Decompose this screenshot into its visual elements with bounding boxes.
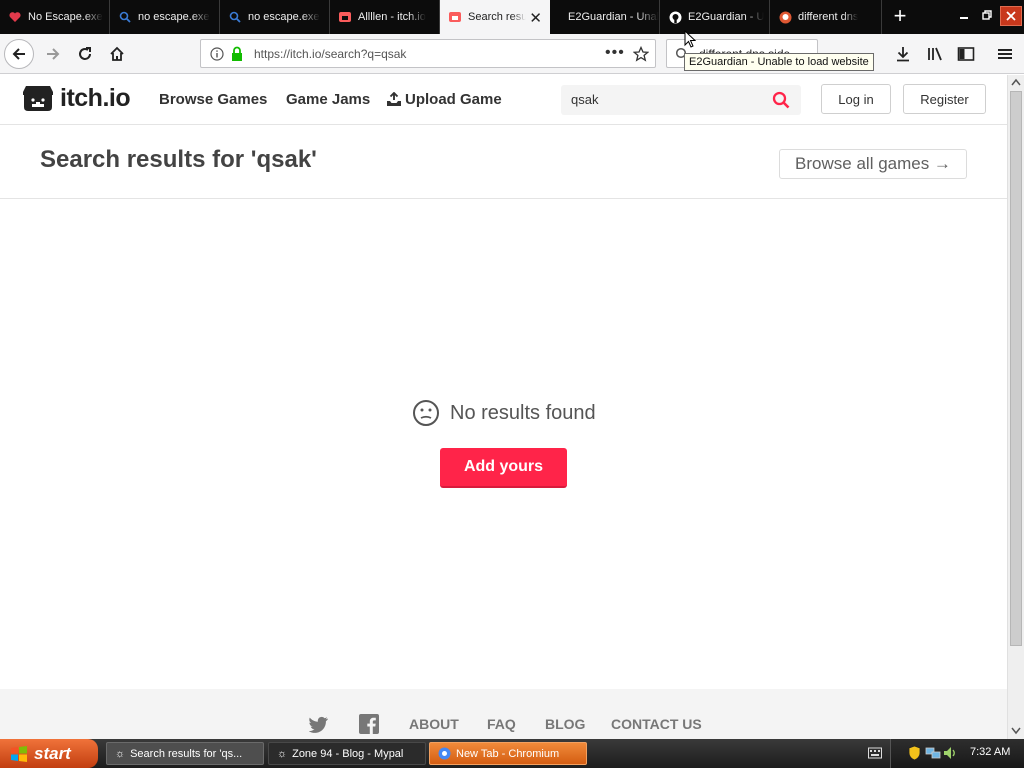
minimize-button[interactable] (954, 6, 974, 26)
taskbar-item-zone94[interactable]: ☼ Zone 94 - Blog - Mypal (268, 742, 426, 765)
logo-text: itch.io (60, 83, 131, 112)
site-logo[interactable]: itch.io (22, 83, 131, 113)
tab-search-results[interactable]: Search results ✕ (440, 0, 550, 34)
blank-icon (558, 10, 562, 24)
close-window-button[interactable] (1000, 6, 1022, 26)
twitter-icon[interactable] (309, 716, 329, 733)
clock: 7:32 AM (970, 746, 1011, 758)
taskbar-item-search-results[interactable]: ☼ Search results for 'qs... (106, 742, 264, 765)
info-icon[interactable] (210, 47, 224, 61)
vertical-scrollbar[interactable] (1007, 75, 1024, 739)
download-icon (897, 47, 909, 62)
tab-tooltip: E2Guardian - Unable to load website (684, 53, 874, 71)
back-button[interactable] (4, 39, 34, 69)
close-tab-icon[interactable]: ✕ (529, 9, 542, 27)
site-search-input[interactable]: qsak (561, 85, 801, 115)
url-bar[interactable]: https://itch.io/search?q=qsak ••• (200, 39, 656, 68)
tab-e2guardian-1[interactable]: E2Guardian - Unable (550, 0, 660, 34)
scroll-up-arrow-icon[interactable] (1011, 78, 1021, 86)
downloads-button[interactable] (888, 39, 918, 69)
results-header: Search results for 'qsak' Browse all gam… (0, 126, 1007, 199)
itch-icon (338, 10, 352, 24)
chromium-icon (438, 747, 451, 760)
footer-contact-link[interactable]: CONTACT US (611, 716, 702, 732)
github-icon (668, 10, 682, 24)
restore-button[interactable] (977, 6, 997, 26)
nav-browse-games[interactable]: Browse Games (159, 91, 267, 108)
keyboard-icon[interactable] (868, 747, 882, 759)
new-tab-button[interactable]: + (888, 4, 912, 28)
nav-game-jams[interactable]: Game Jams (286, 91, 370, 108)
reload-icon (79, 47, 91, 60)
taskbar: start ☼ Search results for 'qs... ☼ Zone… (0, 739, 1024, 768)
mouse-cursor-icon (684, 30, 696, 48)
mypal-icon: ☼ (115, 747, 126, 760)
scrollbar-thumb[interactable] (1010, 91, 1022, 646)
sidebar-icon (957, 47, 975, 61)
site-footer: ABOUT FAQ BLOG CONTACT US (0, 689, 1007, 739)
tab-allllen-itch[interactable]: Allllen - itch.io (330, 0, 440, 34)
mypal-icon: ☼ (277, 747, 288, 760)
nav-upload-game[interactable]: Upload Game (386, 91, 502, 108)
register-button[interactable]: Register (903, 84, 986, 114)
site-header: itch.io Browse Games Game Jams Upload Ga… (0, 75, 1007, 125)
library-button[interactable] (920, 39, 950, 69)
network-icon[interactable] (925, 746, 941, 760)
empty-state: No results found (412, 399, 596, 427)
heart-icon (8, 10, 22, 24)
tab-no-escape-search-2[interactable]: no escape.exe (220, 0, 330, 34)
lock-icon[interactable] (230, 46, 244, 62)
windows-logo-icon (11, 745, 27, 762)
url-text: https://itch.io/search?q=qsak (254, 47, 407, 61)
page-actions-icon[interactable]: ••• (605, 44, 625, 62)
tab-different-dns[interactable]: different dns (770, 0, 882, 34)
sad-face-icon (413, 400, 439, 426)
duckduckgo-icon (778, 10, 792, 24)
upload-icon (387, 92, 401, 106)
taskbar-item-chromium[interactable]: New Tab - Chromium (429, 742, 587, 765)
volume-icon[interactable] (943, 745, 957, 761)
forward-button[interactable] (38, 39, 68, 69)
tab-no-escape-search-1[interactable]: no escape.exe (110, 0, 220, 34)
library-icon (928, 47, 942, 61)
browse-all-games-button[interactable]: Browse all games → (779, 149, 967, 179)
hamburger-icon (998, 49, 1012, 59)
footer-about-link[interactable]: ABOUT (409, 716, 459, 732)
tab-no-escape[interactable]: No Escape.exe (0, 0, 110, 34)
home-icon (110, 46, 124, 61)
itch-icon (448, 10, 462, 24)
itch-logo-icon (23, 86, 53, 111)
scroll-down-arrow-icon[interactable] (1011, 727, 1021, 735)
bookmark-star-icon[interactable] (633, 46, 649, 62)
shield-icon[interactable] (908, 745, 921, 761)
home-button[interactable] (102, 39, 132, 69)
search-icon (228, 10, 242, 24)
tab-e2guardian-2[interactable]: E2Guardian - U (660, 0, 770, 34)
login-button[interactable]: Log in (821, 84, 891, 114)
menu-button[interactable] (990, 39, 1020, 69)
page-content: itch.io Browse Games Game Jams Upload Ga… (0, 75, 1007, 739)
search-icon (118, 10, 132, 24)
no-results-text: No results found (450, 401, 596, 424)
sidebar-button[interactable] (951, 39, 981, 69)
browser-tab-strip: No Escape.exe no escape.exe no escape.ex… (0, 0, 1024, 34)
footer-faq-link[interactable]: FAQ (487, 716, 516, 732)
footer-blog-link[interactable]: BLOG (545, 716, 585, 732)
facebook-icon[interactable] (359, 714, 379, 734)
arrow-left-icon (12, 48, 25, 60)
reload-button[interactable] (70, 39, 100, 69)
add-yours-button[interactable]: Add yours (440, 448, 567, 488)
page-title: Search results for 'qsak' (40, 146, 317, 173)
search-icon[interactable] (772, 91, 790, 109)
arrow-right-icon (47, 48, 60, 60)
start-button[interactable]: start (0, 739, 98, 768)
